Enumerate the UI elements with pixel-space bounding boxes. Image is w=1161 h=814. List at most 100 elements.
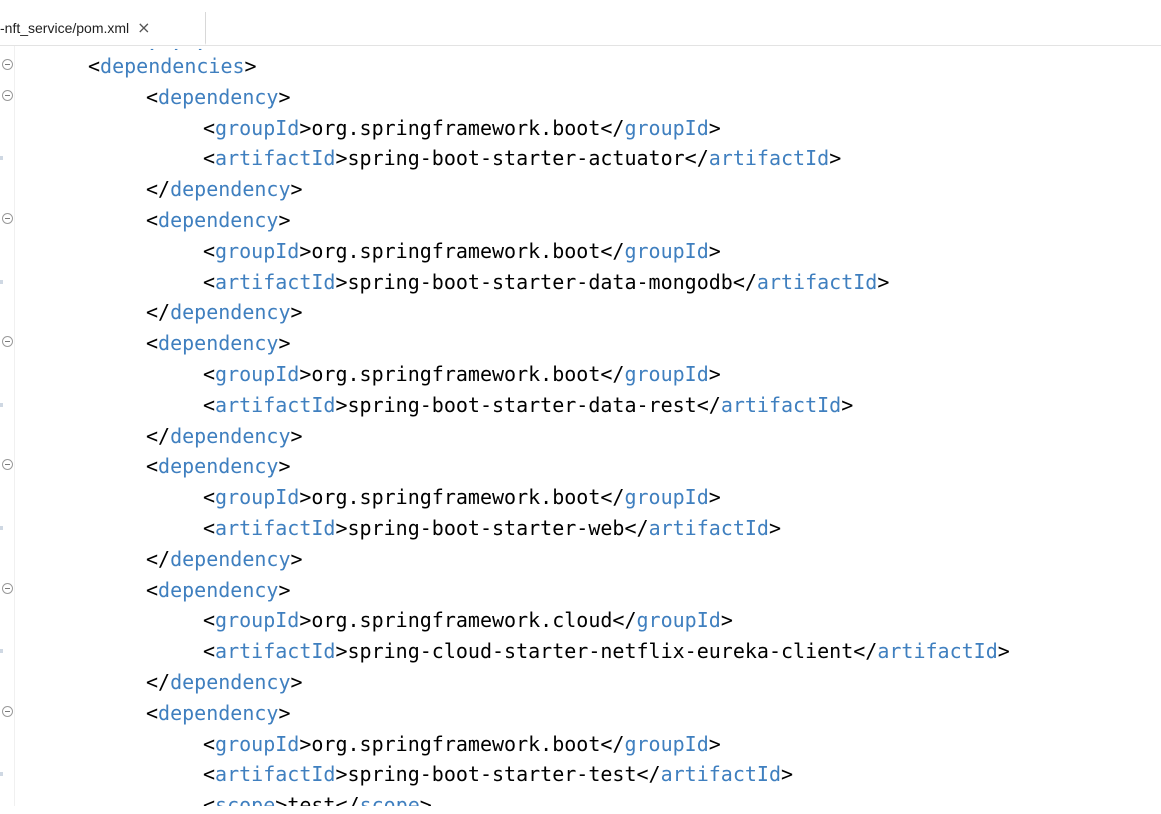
tag-bracket: > [768, 516, 782, 540]
tag-bracket: < [146, 700, 159, 725]
tag-bracket: > [290, 177, 303, 202]
collapse-fold-icon[interactable] [2, 459, 13, 471]
code-line[interactable]: </dependency> [0, 421, 1161, 451]
gutter-marker [0, 649, 3, 654]
tag-bracket: > [335, 516, 348, 540]
code-line[interactable]: <dependency> [0, 82, 1161, 112]
code-line[interactable]: <groupId>org.springframework.cloud</grou… [0, 605, 1161, 635]
tag-name: dependency [170, 670, 291, 694]
tag-bracket: > [278, 84, 291, 109]
code-line[interactable]: <artifactId>spring-boot-starter-actuator… [0, 143, 1161, 173]
tag-bracket: > [278, 577, 291, 602]
code-line[interactable]: </dependency> [0, 297, 1161, 327]
tag-bracket: > [244, 54, 257, 78]
tag-bracket: > [720, 608, 733, 633]
tag-bracket: < [203, 392, 216, 417]
tag-bracket: > [299, 362, 312, 386]
code-text: </dependency> [146, 421, 303, 451]
tag-bracket: > [877, 269, 890, 294]
code-line[interactable]: <artifactId>spring-boot-starter-web</art… [0, 513, 1161, 543]
collapse-fold-icon[interactable] [2, 582, 13, 594]
code-text: <groupId>org.springframework.boot</group… [203, 482, 721, 512]
code-text: <dependency> [146, 451, 291, 481]
tag-bracket: </ [600, 485, 625, 510]
code-line[interactable]: <artifactId>spring-cloud-starter-netflix… [0, 636, 1161, 666]
tag-bracket: < [203, 762, 216, 787]
tag-name: dependency [158, 700, 279, 725]
gutter-marker [0, 279, 3, 284]
code-text: </dependency> [146, 544, 303, 574]
code-line[interactable]: </dependency> [0, 544, 1161, 574]
code-line[interactable]: <groupId>org.springframework.boot</group… [0, 729, 1161, 759]
tag-bracket: > [278, 208, 291, 232]
code-line[interactable]: <dependencies> [0, 51, 1161, 81]
element-value: spring-cloud-starter-netflix-eureka-clie… [347, 639, 854, 664]
element-value: org.springframework.boot [311, 731, 601, 756]
collapse-fold-icon[interactable] [2, 59, 13, 70]
tag-name: artifactId [877, 639, 998, 664]
element-value: spring-boot-starter-web [347, 516, 625, 540]
gutter-marker [0, 156, 3, 161]
tag-name: groupId [624, 362, 709, 386]
code-line[interactable]: </dependency> [0, 174, 1161, 204]
code-line[interactable]: <dependency> [0, 205, 1161, 235]
code-line[interactable]: <groupId>org.springframework.boot</group… [0, 359, 1161, 389]
code-text: <artifactId>spring-boot-starter-data-mon… [203, 267, 889, 297]
collapse-fold-icon[interactable] [2, 705, 13, 717]
code-line[interactable]: <artifactId>spring-boot-starter-data-mon… [0, 267, 1161, 297]
code-line[interactable]: <dependency> [0, 698, 1161, 728]
code-line[interactable]: <dependency> [0, 451, 1161, 481]
tag-bracket: < [203, 485, 216, 510]
tag-name: artifactId [215, 269, 336, 294]
tag-name: artifactId [720, 392, 842, 417]
tag-bracket: > [278, 454, 291, 479]
code-line[interactable]: <groupId>org.springframework.boot</group… [0, 236, 1161, 266]
tag-bracket: < [146, 577, 159, 602]
element-value: spring-boot-starter-test [347, 762, 637, 787]
tag-bracket: < [146, 454, 159, 479]
tag-bracket: > [278, 331, 291, 356]
code-text: <groupId>org.springframework.cloud</grou… [203, 605, 733, 635]
code-line[interactable]: <groupId>org.springframework.boot</group… [0, 482, 1161, 512]
tag-bracket: </ [146, 423, 171, 448]
element-value: org.springframework.boot [311, 485, 601, 510]
tag-bracket: < [203, 639, 216, 664]
collapse-fold-icon[interactable] [2, 89, 13, 101]
close-icon[interactable]: × [137, 18, 150, 37]
code-line[interactable]: </dependency> [0, 667, 1161, 697]
code-line[interactable]: <dependency> [0, 328, 1161, 358]
tag-name: groupId [624, 731, 709, 756]
code-line[interactable]: <groupId>org.springframework.boot</group… [0, 113, 1161, 143]
tag-bracket: > [290, 423, 303, 448]
collapse-fold-icon[interactable] [2, 336, 13, 348]
tag-name: artifactId [708, 146, 830, 171]
tag-bracket: </ [146, 300, 171, 325]
tab-pom-xml[interactable]: -nft_service/pom.xml × [0, 12, 206, 45]
xml-editor[interactable]: . . . <dependencies><dependency><groupId… [0, 46, 1161, 814]
tag-name: dependency [158, 208, 279, 232]
editor-tab-strip: -nft_service/pom.xml × [0, 12, 1161, 46]
tag-bracket: > [781, 762, 794, 787]
tag-bracket: < [203, 362, 216, 386]
tag-name: artifactId [215, 762, 336, 787]
code-line[interactable]: <dependency> [0, 575, 1161, 605]
clipped-previous-line: . . . [146, 46, 206, 50]
tag-bracket: > [708, 115, 721, 140]
code-text: </dependency> [146, 297, 303, 327]
tag-bracket: > [278, 700, 291, 725]
tag-name: artifactId [660, 762, 782, 787]
element-value: spring-boot-starter-actuator [347, 146, 685, 171]
code-text: <dependency> [146, 575, 291, 605]
code-text: <artifactId>spring-boot-starter-actuator… [203, 143, 841, 173]
collapse-fold-icon[interactable] [2, 213, 13, 224]
code-line[interactable]: <artifactId>spring-boot-starter-test</ar… [0, 759, 1161, 789]
tag-name: groupId [215, 238, 300, 263]
tag-bracket: > [335, 269, 348, 294]
code-text: <artifactId>spring-boot-starter-web</art… [203, 513, 781, 543]
element-value: org.springframework.boot [311, 362, 601, 386]
element-value: org.springframework.cloud [311, 608, 613, 633]
code-line[interactable]: <artifactId>spring-boot-starter-data-res… [0, 390, 1161, 420]
tag-name: artifactId [215, 392, 336, 417]
tag-name: dependency [158, 331, 279, 356]
tag-bracket: > [708, 485, 721, 510]
